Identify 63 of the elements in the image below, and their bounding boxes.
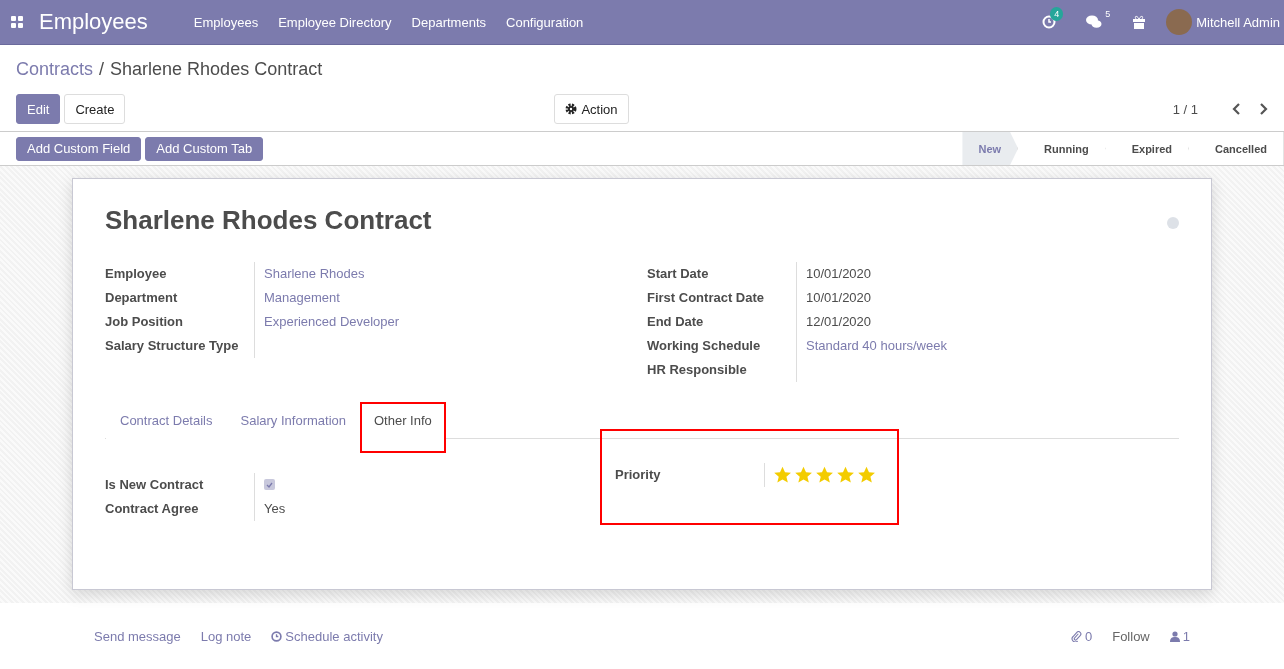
field-link[interactable]: Standard 40 hours/week (797, 334, 1179, 358)
create-button[interactable]: Create (64, 94, 126, 124)
field-value: 10/01/2020 (805, 289, 873, 307)
message-count: 5 (1104, 8, 1112, 21)
field-label: Job Position (105, 310, 255, 334)
schedule-activity-link[interactable]: Schedule activity (271, 628, 383, 644)
clock-icon[interactable] (1042, 15, 1057, 29)
field-label: Salary Structure Type (105, 334, 255, 358)
field-label: Employee (105, 262, 255, 286)
field-label: Contract Agree (105, 497, 255, 521)
attachments-link[interactable]: 0 (1070, 628, 1093, 644)
chat-bubbles-icon[interactable] (1086, 15, 1103, 29)
star-icon[interactable] (794, 466, 813, 484)
log-note-link[interactable]: Log note (200, 628, 252, 644)
apps-grid-icon[interactable] (11, 16, 23, 28)
field-link[interactable]: Management (255, 286, 642, 310)
breadcrumb-link[interactable]: Contracts (16, 58, 94, 80)
field-label: Is New Contract (105, 473, 255, 497)
star-icon[interactable] (836, 466, 855, 484)
form-tab[interactable]: Other Info (360, 402, 446, 453)
record-title: Sharlene Rhodes Contract (105, 205, 432, 236)
star-icon[interactable] (815, 466, 834, 484)
chevron-right-icon[interactable] (1259, 103, 1268, 115)
paperclip-icon (1070, 630, 1082, 642)
field-link[interactable]: Experienced Developer (255, 310, 642, 334)
app-title: Employees (39, 9, 148, 35)
custom-button[interactable]: Add Custom Tab (145, 136, 264, 161)
user-name[interactable]: Mitchell Admin (1196, 14, 1280, 30)
menu-item[interactable]: Employees (193, 14, 259, 30)
menu-item[interactable]: Employee Directory (278, 14, 392, 30)
action-button[interactable]: Action (554, 94, 629, 124)
status-dot-icon[interactable] (1167, 217, 1179, 229)
follow-link[interactable]: Follow (1112, 628, 1150, 644)
stage-step[interactable]: New (962, 132, 1019, 165)
checkbox[interactable] (264, 479, 275, 490)
field-label: Department (105, 286, 255, 310)
activity-count-badge: 4 (1050, 7, 1064, 21)
field-label: Priority (615, 463, 765, 487)
gear-icon (565, 103, 578, 115)
person-icon (1169, 630, 1180, 642)
field-label: End Date (647, 310, 797, 334)
followers-link[interactable]: 1 (1169, 628, 1190, 644)
menu-item[interactable]: Departments (411, 14, 486, 30)
breadcrumb-separator: / (99, 58, 105, 80)
clock-icon (271, 630, 283, 642)
field-label: First Contract Date (647, 286, 797, 310)
field-label: HR Responsible (647, 358, 797, 382)
field-value: Yes (263, 500, 287, 518)
field-label: Start Date (647, 262, 797, 286)
field-value: 12/01/2020 (805, 313, 873, 331)
field-value: 10/01/2020 (805, 265, 873, 283)
edit-button[interactable]: Edit (16, 94, 61, 124)
star-icon[interactable] (857, 466, 876, 484)
chevron-left-icon[interactable] (1232, 103, 1241, 115)
breadcrumb-current: Sharlene Rhodes Contract (110, 58, 323, 80)
gift-icon[interactable] (1132, 15, 1147, 29)
custom-button[interactable]: Add Custom Field (16, 136, 142, 161)
field-label: Working Schedule (647, 334, 797, 358)
star-icon[interactable] (773, 466, 792, 484)
send-message-link[interactable]: Send message (94, 628, 181, 644)
field-link[interactable]: Sharlene Rhodes (255, 262, 642, 286)
menu-item[interactable]: Configuration (506, 14, 584, 30)
pager: 1 / 1 (1172, 101, 1198, 117)
